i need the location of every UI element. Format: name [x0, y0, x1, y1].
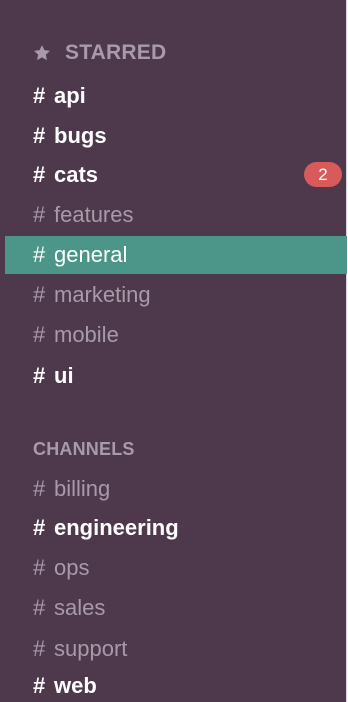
- channel-item-engineering[interactable]: # engineering: [0, 509, 346, 547]
- channel-name: ops: [54, 555, 90, 580]
- channel-item-api[interactable]: # api: [0, 77, 346, 115]
- star-icon: [34, 45, 50, 61]
- channel-name: features: [54, 202, 134, 227]
- channel-name: support: [54, 636, 128, 661]
- channel-item-sales[interactable]: # sales: [0, 589, 346, 627]
- hash-icon: #: [33, 123, 46, 148]
- channel-name: mobile: [54, 322, 119, 347]
- channel-item-cats[interactable]: # cats 2: [0, 156, 346, 194]
- channel-name: general: [54, 242, 128, 267]
- hash-icon: #: [33, 672, 46, 698]
- hash-icon: #: [33, 202, 46, 227]
- channel-name: web: [54, 672, 97, 698]
- sidebar: STARRED # api # bugs # cats 2 # features…: [0, 0, 347, 702]
- channel-item-ops[interactable]: # ops: [0, 549, 346, 587]
- hash-icon: #: [33, 363, 46, 388]
- channel-item-features[interactable]: # features: [0, 196, 346, 234]
- channel-item-web[interactable]: # web: [0, 669, 346, 702]
- channel-name: marketing: [54, 282, 151, 307]
- unread-badge: 2: [304, 162, 342, 187]
- hash-icon: #: [33, 555, 46, 580]
- hash-icon: #: [33, 476, 46, 501]
- channels-section-header[interactable]: CHANNELS: [33, 434, 135, 464]
- channel-name: sales: [54, 595, 106, 620]
- channel-name: cats: [54, 162, 99, 187]
- channel-item-general[interactable]: # general: [5, 236, 347, 274]
- starred-section-header[interactable]: STARRED: [32, 38, 166, 68]
- channel-item-billing[interactable]: # billing: [0, 470, 346, 508]
- channel-item-support[interactable]: # support: [0, 630, 346, 668]
- hash-icon: #: [33, 515, 46, 540]
- channel-item-marketing[interactable]: # marketing: [0, 276, 346, 314]
- starred-title: STARRED: [65, 41, 167, 64]
- hash-icon: #: [33, 282, 46, 307]
- channels-title: CHANNELS: [33, 438, 135, 459]
- channel-name: billing: [54, 476, 111, 501]
- hash-icon: #: [33, 83, 46, 108]
- channel-name: ui: [54, 363, 74, 388]
- channel-item-mobile[interactable]: # mobile: [0, 316, 346, 354]
- hash-icon: #: [33, 242, 46, 267]
- hash-icon: #: [33, 322, 46, 347]
- channel-name: engineering: [54, 515, 179, 540]
- channel-name: api: [54, 83, 86, 108]
- hash-icon: #: [33, 595, 46, 620]
- hash-icon: #: [33, 162, 46, 187]
- hash-icon: #: [33, 636, 46, 661]
- channel-name: bugs: [54, 123, 107, 148]
- channel-item-ui[interactable]: # ui: [0, 357, 346, 395]
- channel-item-bugs[interactable]: # bugs: [0, 117, 346, 155]
